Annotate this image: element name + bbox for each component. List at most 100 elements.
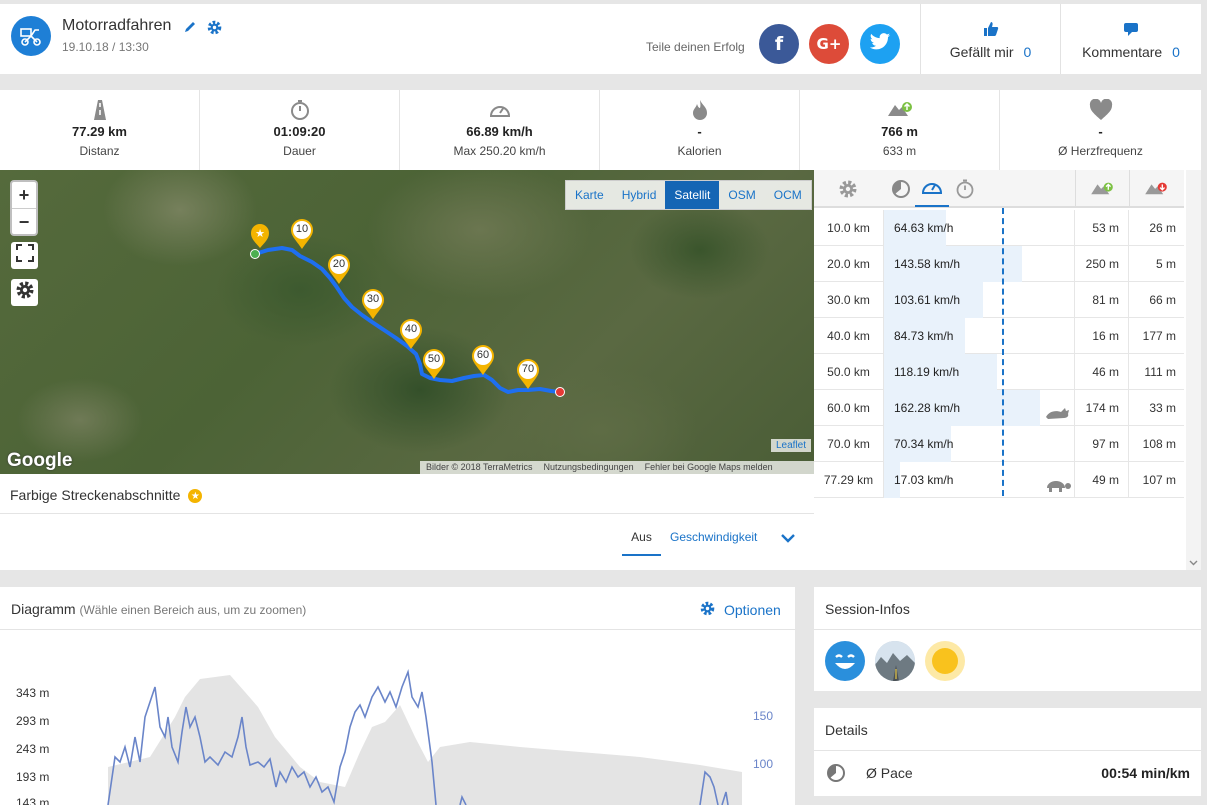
segment-speed: 64.63 km/h [894,221,954,235]
elevation-up-icon [887,99,913,124]
stat-label: Kalorien [677,144,722,158]
segment-row[interactable]: 60.0 km 162.28 km/h 174 m 33 m [814,390,1184,426]
turtle-icon [1044,471,1072,507]
stopwatch-icon [289,99,311,126]
zoom-in-button[interactable]: + [12,182,36,208]
km-marker[interactable]: 30 [361,288,385,320]
segment-row[interactable]: 30.0 km 103.61 km/h 81 m 66 m [814,282,1184,318]
speedometer-icon[interactable] [921,178,943,203]
segment-descent: 26 m [1149,221,1176,235]
km-marker[interactable]: 50 [422,348,446,380]
km-marker-label: 10 [295,223,309,235]
segment-distance: 40.0 km [827,329,870,343]
segment-descent: 66 m [1149,293,1176,307]
like-button[interactable]: Gefällt mir 0 [921,4,1060,74]
segment-speed: 118.19 km/h [894,365,960,379]
activity-title: Motorradfahren [62,17,172,34]
segment-descent: 177 m [1142,329,1176,343]
scrollbar[interactable] [1186,170,1201,570]
segment-speed: 17.03 km/h [894,473,954,487]
tab-speed[interactable]: Geschwindigkeit [670,526,757,548]
likes-label: Gefällt mir [949,44,1014,60]
terms-link[interactable]: Nutzungsbedingungen [544,461,634,474]
segment-distance: 10.0 km [827,221,870,235]
elevation-down-icon[interactable] [1144,179,1168,202]
route-map[interactable]: ★ 10 20 30 40 50 60 70 + − Karte Hybrid Satell… [0,170,814,474]
fullscreen-button[interactable] [11,242,38,269]
google-share-button[interactable]: G+ [809,24,849,64]
leaflet-link[interactable]: Leaflet [771,439,812,452]
gear-icon[interactable] [206,19,223,41]
zoom-out-button[interactable]: − [12,208,36,234]
segment-speed-cell: 162.28 km/h [883,390,1075,426]
km-marker[interactable]: 60 [471,344,495,376]
pace-icon [826,763,846,788]
layer-osm[interactable]: OSM [719,181,764,209]
pace-label: Ø Pace [866,765,913,781]
thumbs-up-icon [921,21,1060,40]
segment-row[interactable]: 10.0 km 64.63 km/h 53 m 26 m [814,210,1184,246]
colored-sections-label: Farbige Streckenabschnitte [10,487,181,503]
stat-value: - [1098,124,1103,139]
segments-table: 10.0 km 64.63 km/h 53 m 26 m 20.0 km 143… [814,170,1201,570]
chevron-down-icon[interactable] [780,531,796,549]
elevation-up-icon[interactable] [1090,179,1114,202]
stat-value: 766 m [881,124,918,139]
segment-speed-cell: 118.19 km/h [883,354,1075,390]
y-axis-label: 293 m [16,714,50,728]
segment-ascent: 250 m [1075,246,1129,282]
km-marker[interactable]: 10 [290,218,314,250]
stat-value: 77.29 km [72,124,127,139]
facebook-icon: f [774,33,784,55]
layer-ocm[interactable]: OCM [765,181,811,209]
segment-row[interactable]: 70.0 km 70.34 km/h 97 m 108 m [814,426,1184,462]
segment-row[interactable]: 50.0 km 118.19 km/h 46 m 111 m [814,354,1184,390]
premium-star-icon: ★ [188,489,203,504]
gear-icon[interactable] [838,179,858,204]
divider [814,750,1201,751]
details-panel: Details Ø Pace 00:54 min/km [814,708,1201,796]
heart-icon [1089,98,1113,126]
segment-speed: 143.58 km/h [894,257,961,271]
road-surface-icon [875,641,915,681]
share-label: Teile deinen Erfolg [646,40,745,54]
twitter-share-button[interactable] [860,24,900,64]
segment-row[interactable]: 40.0 km 84.73 km/h 16 m 177 m [814,318,1184,354]
stat-heartrate: - Ø Herzfrequenz [1000,90,1201,170]
layer-karte[interactable]: Karte [566,181,613,209]
y-axis-label: 243 m [16,742,50,756]
google-logo: Google [7,450,73,471]
diagram-panel[interactable]: Diagramm (Wähle einen Bereich aus, um zu… [0,587,795,805]
segment-speed-cell: 84.73 km/h [883,318,1075,354]
segment-ascent: 46 m [1075,354,1129,390]
segment-speed-cell: 103.61 km/h [883,282,1075,318]
map-layer-switcher: Karte Hybrid Satellit OSM OCM [565,180,812,210]
map-settings-button[interactable] [11,279,38,306]
segment-distance: 60.0 km [827,401,870,415]
stat-value: - [697,124,702,139]
km-marker[interactable]: 40 [399,318,423,350]
segment-ascent: 81 m [1075,282,1129,318]
stopwatch-icon[interactable] [955,179,975,204]
tab-off[interactable]: Aus [622,526,661,556]
segment-speed: 162.28 km/h [894,401,961,415]
segment-descent: 111 m [1144,365,1176,379]
comments-button[interactable]: Kommentare 0 [1061,4,1201,74]
segment-row[interactable]: 20.0 km 143.58 km/h 250 m 5 m [814,246,1184,282]
km-marker[interactable]: 20 [327,253,351,285]
session-title: Session-Infos [825,601,910,617]
layer-hybrid[interactable]: Hybrid [613,181,666,209]
fullscreen-icon [15,244,34,267]
segment-row[interactable]: 77.29 km 17.03 km/h 49 m 107 m [814,462,1184,498]
km-marker-label: 60 [476,349,490,361]
layer-satellit[interactable]: Satellit [665,181,720,209]
facebook-share-button[interactable]: f [759,24,799,64]
details-title: Details [825,722,868,738]
comments-count: 0 [1172,44,1180,60]
pencil-icon[interactable] [183,20,197,39]
gear-icon [15,280,35,305]
pace-icon[interactable] [891,179,911,204]
segment-speed: 70.34 km/h [894,437,954,451]
report-error-link[interactable]: Fehler bei Google Maps melden [645,461,773,474]
km-marker[interactable]: 70 [516,358,540,390]
